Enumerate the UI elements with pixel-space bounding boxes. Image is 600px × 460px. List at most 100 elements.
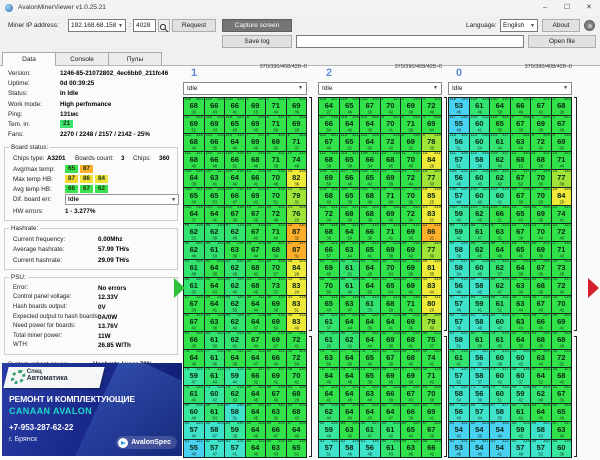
tab-console[interactable]: Console bbox=[55, 52, 109, 65]
chip-cell: 893196149 bbox=[340, 278, 361, 296]
chip-cell: 463236846 bbox=[552, 368, 573, 386]
search-icon[interactable] bbox=[158, 19, 170, 32]
chip-cell: 783176356 bbox=[319, 350, 340, 368]
chip-cell: 823236137 bbox=[319, 314, 340, 332]
board-status-title: Board status: bbox=[9, 144, 50, 151]
banner-brand: CANAAN AVALON bbox=[9, 406, 92, 416]
temp-badge: 62 bbox=[95, 185, 108, 193]
tab-pools[interactable]: Пулы bbox=[108, 52, 162, 65]
ip-label: Miner IP address: bbox=[8, 22, 59, 29]
chip-cell: 703225854 bbox=[449, 386, 470, 404]
chip-cell: 523176941 bbox=[422, 404, 443, 422]
chips-value: 360 bbox=[159, 155, 170, 162]
chip-cell: 583266551 bbox=[287, 440, 308, 458]
info-icon[interactable] bbox=[584, 20, 595, 31]
chip-cell: 1133106054 bbox=[470, 134, 491, 152]
chip-cell: 1053226843 bbox=[319, 188, 340, 206]
board-freq-header: 370/390/408/428–0 bbox=[525, 64, 572, 70]
psu-group: PSU: Error:No errors Control panel volta… bbox=[4, 277, 178, 355]
hw-errors-label: HW errors: bbox=[13, 208, 43, 215]
chip-cell: 423096744 bbox=[246, 332, 267, 350]
chip-cell: 793186145 bbox=[490, 332, 511, 350]
chip-cell: 343198351 bbox=[287, 296, 308, 314]
chevron-down-icon: ▼ bbox=[433, 83, 438, 94]
chip-cell: 443216646 bbox=[266, 350, 287, 368]
temp-badge: 86 bbox=[80, 175, 93, 183]
chip-cell: 783156141 bbox=[449, 350, 470, 368]
chip-cell: 773275636 bbox=[470, 350, 491, 368]
chip-cell: 723136233 bbox=[225, 386, 246, 404]
chip-cell: 483276945 bbox=[381, 368, 402, 386]
chip-cell: 213158322 bbox=[422, 206, 443, 224]
chip-cell: 623285747 bbox=[205, 440, 226, 458]
tab-data[interactable]: Data bbox=[2, 52, 56, 66]
chip-cell: 343157042 bbox=[552, 296, 573, 314]
chip-cell: 1173185548 bbox=[449, 116, 470, 134]
chip-cell: 583186038 bbox=[552, 440, 573, 458]
chip-cell: 263216939 bbox=[531, 242, 552, 260]
chip-cell: 953276344 bbox=[340, 242, 361, 260]
current-frequency-label: Current frequency: bbox=[13, 236, 65, 243]
chip-cell: 1073186043 bbox=[470, 170, 491, 188]
ip-combobox[interactable]: 192.168.68.158▼ bbox=[68, 19, 126, 32]
chip-cell: 613265648 bbox=[360, 440, 381, 458]
ad-banner[interactable]: Спец Автоматика РЕМОНТ И КОМПЛЕКТУЮЩИЕ C… bbox=[2, 363, 182, 456]
chip-cell: 483296037 bbox=[511, 368, 532, 386]
board-mode-combobox[interactable]: Idle▼ bbox=[448, 82, 572, 95]
close-button[interactable]: ✕ bbox=[578, 0, 600, 16]
chip-cell: 693286244 bbox=[319, 404, 340, 422]
board-status-group: Board status: Chips type: A3201 Boards c… bbox=[4, 147, 178, 221]
chip-cell: 423216435 bbox=[511, 332, 532, 350]
app-window: AvalonMinerViewer v1.0.25.21 – ☐ ✕ Miner… bbox=[0, 0, 600, 460]
chip-cell: 983226450 bbox=[340, 224, 361, 242]
board-bracket bbox=[444, 97, 447, 331]
chip-cell: 433206042 bbox=[511, 350, 532, 368]
open-file-button[interactable]: Open file bbox=[528, 35, 596, 48]
maximize-button[interactable]: ☐ bbox=[556, 0, 578, 16]
telegram-link[interactable]: AvalonSpec bbox=[116, 436, 177, 449]
chip-cell: 333098324 bbox=[287, 278, 308, 296]
capture-screen-button[interactable]: Capture screen bbox=[222, 19, 292, 32]
workmode-label: Work mode: bbox=[8, 101, 42, 108]
chip-cell: 1023256838 bbox=[360, 206, 381, 224]
chip-cell: 1203256641 bbox=[225, 98, 246, 116]
chip-cell: 913206245 bbox=[225, 260, 246, 278]
chip-cell: 243256738 bbox=[511, 224, 532, 242]
chip-cell: 653235436 bbox=[470, 422, 491, 440]
chip-cell: 393167930 bbox=[422, 314, 443, 332]
temp-badge: 87 bbox=[80, 165, 93, 173]
language-combobox[interactable]: English▼ bbox=[500, 19, 538, 32]
minimize-button[interactable]: – bbox=[534, 0, 556, 16]
board-mode-combobox[interactable]: Idle▼ bbox=[318, 82, 442, 95]
chip-cell: 973156245 bbox=[225, 224, 246, 242]
chip-cell: 533216639 bbox=[401, 404, 422, 422]
about-button[interactable]: About bbox=[542, 19, 580, 32]
request-button[interactable]: Request bbox=[172, 19, 216, 32]
chip-cell: 503196746 bbox=[266, 386, 287, 404]
chip-cell: 203147234 bbox=[401, 206, 422, 224]
chip-cell: 273157142 bbox=[552, 242, 573, 260]
next-board-arrow[interactable] bbox=[588, 278, 599, 298]
chip-cell: 433216739 bbox=[381, 350, 402, 368]
board-number: 2 bbox=[326, 67, 332, 79]
workmode-value: High perfomance bbox=[60, 101, 111, 108]
chip-cell: 1013216245 bbox=[470, 206, 491, 224]
chip-cell: 713186042 bbox=[205, 386, 226, 404]
chip-cell: 653345847 bbox=[205, 422, 226, 440]
chip-cell: 763116438 bbox=[225, 350, 246, 368]
chip-cell: 143187048 bbox=[266, 170, 287, 188]
port-input[interactable]: 4028 bbox=[133, 19, 156, 32]
log-output-field[interactable] bbox=[296, 35, 524, 48]
chip-cell: 33206829 bbox=[552, 98, 573, 116]
dif-board-err-combobox[interactable]: Idle▼ bbox=[65, 194, 179, 205]
banner-headline: РЕМОНТ И КОМПЛЕКТУЮЩИЕ bbox=[9, 394, 135, 404]
save-log-button[interactable]: Save log bbox=[222, 35, 292, 48]
prev-board-arrow[interactable] bbox=[174, 278, 185, 298]
chip-cell: 213257626 bbox=[287, 206, 308, 224]
board-mode-combobox[interactable]: Idle▼ bbox=[183, 82, 307, 95]
chip-cell: 913206420 bbox=[360, 260, 381, 278]
chip-cell: 1113176845 bbox=[184, 152, 205, 170]
chip-cell: 363116444 bbox=[246, 296, 267, 314]
chip-cell: 483276632 bbox=[246, 368, 267, 386]
need-power-value: 13.76V bbox=[98, 323, 118, 330]
